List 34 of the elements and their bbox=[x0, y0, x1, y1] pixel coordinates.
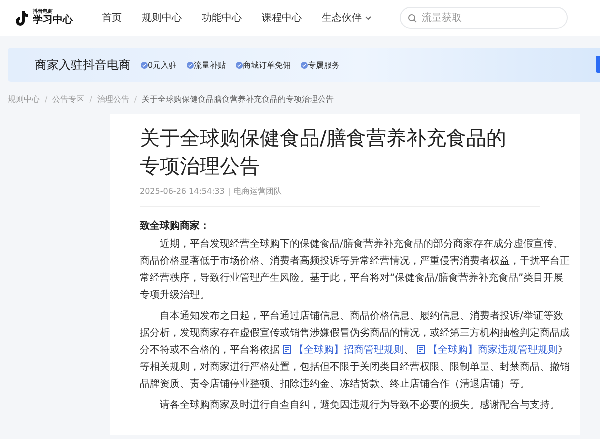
check-circle-icon bbox=[141, 62, 148, 68]
search-icon bbox=[408, 14, 417, 23]
check-circle-icon bbox=[236, 62, 244, 68]
banner-title: 商家入驻抖音电商 bbox=[35, 56, 131, 74]
feature-label: 流量补贴 bbox=[194, 60, 226, 70]
nav-link[interactable]: 生态伙伴 bbox=[312, 8, 382, 28]
nav-link[interactable]: 规则中心 bbox=[132, 8, 192, 28]
rule-link[interactable]: 【全球购】招商管理规则 bbox=[280, 345, 404, 356]
breadcrumb-separator: / bbox=[134, 94, 138, 104]
breadcrumb-separator: / bbox=[90, 94, 92, 104]
breadcrumb-separator: / bbox=[45, 94, 48, 104]
paragraph: 自本通知发布之日起，平台通过店铺信息、商品价格信息、履约信息、消费者投诉/举证等数据分析，发现商家存在虚假宣传或销售涉嫌假冒伪劣商品的情况，或经第三方机构抽检判定商品成分不符或不合格的，平台将依据 【全球购】招商管理规则、 【全球购】商家违规管理规则》等相关规则，对商家进行严格处置，包括但不限于关闭类目经营权限、限制单量、封禁商品、撤销品牌资质、责令店铺停业整顿、扣除违约金、冻结货款、终止店铺合作（清退店铺）等。 bbox=[140, 310, 570, 392]
nav-link[interactable]: 功能中心 bbox=[192, 8, 252, 28]
logo-icon bbox=[14, 10, 30, 26]
rule-link[interactable]: 【全球购】商家违规管理规则 bbox=[414, 345, 558, 356]
greeting: 致全球购商家： bbox=[140, 219, 211, 233]
document-icon bbox=[283, 345, 291, 354]
paragraph: 近期，平台发现经营全球购下的保健食品/膳食营养补充食品的部分商家存在成分虚假宣传、商品价格显著低于市场价格、消费者高频投诉等异常经营情况，严重侵害消费者权益，干扰平台正常经营秩序，导致行业管理产生风险。基于此，平台将对“保健食品/膳食营养补充食品”类目开展专项升级治理。 bbox=[140, 238, 570, 303]
check-circle-icon bbox=[187, 62, 194, 68]
author: 电商运营团队 bbox=[234, 186, 282, 197]
article-title: 关于全球购保健食品/膳食营养补充食品的专项治理公告 bbox=[140, 125, 508, 180]
nav-link[interactable]: 首页 bbox=[92, 8, 132, 28]
breadcrumb-link[interactable]: 关于全球购保健食品膳食营养补充食品的专项治理公告 bbox=[142, 94, 334, 104]
feature-label: 商城订单免佣 bbox=[243, 60, 292, 70]
logo-title: 学习中心 bbox=[33, 16, 73, 26]
banner-button[interactable] bbox=[596, 56, 600, 73]
check-circle-icon bbox=[301, 62, 308, 68]
feature-label: 0元入驻 bbox=[148, 60, 178, 70]
nav-link[interactable]: 课程中心 bbox=[252, 8, 312, 28]
publish-time: 2025-06-26 14:54:33 bbox=[140, 187, 225, 196]
search-field[interactable]: 流量获取 bbox=[400, 7, 568, 29]
feature-label: 专属服务 bbox=[308, 60, 340, 70]
paragraph: 请各全球购商家及时进行自查自纠，避免因违规行为导致不必要的损失。感谢配合与支持。 bbox=[159, 398, 561, 413]
document-icon bbox=[417, 345, 425, 354]
